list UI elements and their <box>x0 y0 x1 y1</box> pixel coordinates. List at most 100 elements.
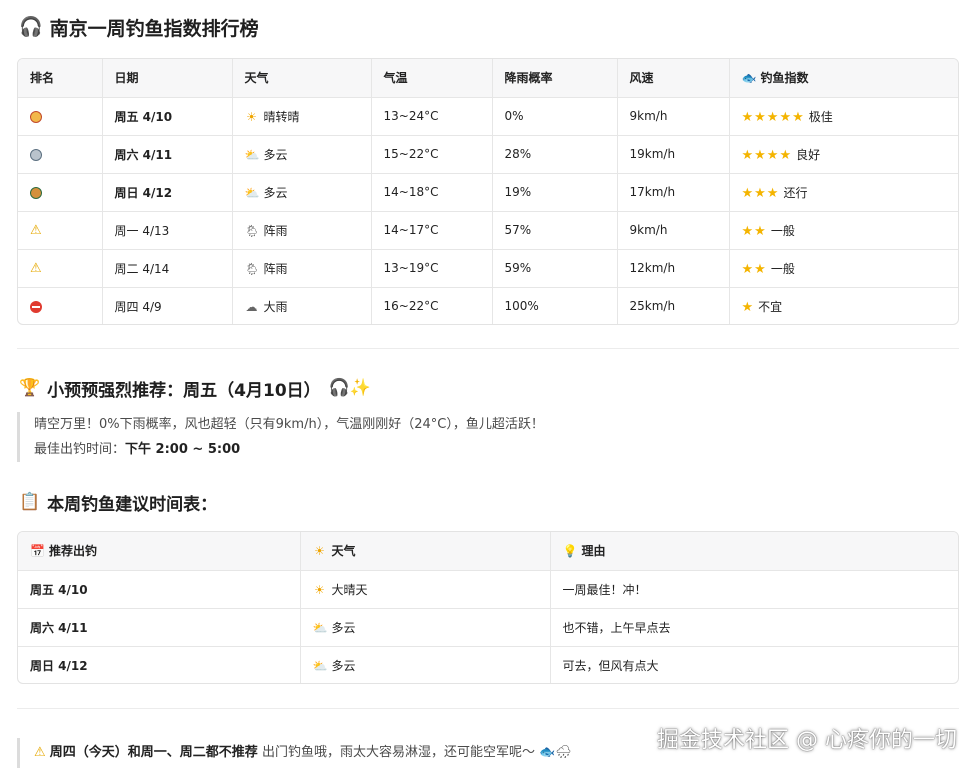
warning-icon: ⚠ <box>34 745 46 760</box>
col-temp: 气温 <box>371 59 493 98</box>
temp-cell: 15~22°C <box>371 135 493 174</box>
fish-icon: 🐟 <box>741 71 757 86</box>
schedule-heading: 📋 本周钓鱼建议时间表： <box>19 490 218 516</box>
weather-icon: 🌦 <box>244 223 260 238</box>
col-wind: 风速 <box>617 59 730 98</box>
fishing-rank-table: 排名 日期 天气 气温 降雨概率 风速 🐟 钓鱼指数 周五 4/10 ☀ 晴转晴 13~… <box>17 58 959 325</box>
notice-bold: 周四（今天）和周一、周二都不推荐 <box>49 745 258 760</box>
weather-cell: 🌦 阵雨 <box>232 211 372 250</box>
rain-cell: 59% <box>492 249 618 288</box>
weather-cell: ☀ 大晴天 <box>300 570 551 609</box>
rain-cell: 57% <box>492 211 618 250</box>
date-cell: 周六 4/11 <box>18 608 301 647</box>
temp-cell: 14~18°C <box>371 173 493 212</box>
divider <box>17 348 959 349</box>
reason-cell: 也不错，上午早点去 <box>550 608 958 647</box>
date-cell: 周日 4/12 <box>18 646 301 683</box>
schedule-heading-text: 本周钓鱼建议时间表： <box>47 495 218 515</box>
wind-cell: 17km/h <box>617 173 730 212</box>
trophy-icon: 🏆 <box>19 378 41 398</box>
table-row: 周日 4/12 ⛅ 多云 可去，但风有点大 <box>18 646 958 683</box>
watermark: 掘金技术社区 @ 心疼你的一切 <box>657 728 957 753</box>
col-weather: 天气 <box>232 59 372 98</box>
weather-icon: ☀ <box>314 582 325 597</box>
notice-quote: ⚠ 周四（今天）和周一、周二都不推荐 出门钓鱼哦，雨太大容易淋湿，还可能空军呢～… <box>17 738 597 768</box>
calendar-icon: 📅 <box>30 544 45 559</box>
page-title-text: 南京一周钓鱼指数排行榜 <box>49 18 259 40</box>
bronze-medal-icon <box>30 186 42 199</box>
temp-cell: 14~17°C <box>371 211 493 250</box>
date-cell: 周一 4/13 <box>102 211 233 250</box>
sun-icon: ☀ <box>314 544 325 559</box>
temp-cell: 13~24°C <box>371 97 493 136</box>
reason-cell: 一周最佳！冲！ <box>550 570 958 609</box>
page-title: 🎧 南京一周钓鱼指数排行榜 <box>19 14 259 41</box>
date-cell: 周五 4/10 <box>18 570 301 609</box>
col-date: 日期 <box>102 59 233 98</box>
weather-cell: ⛅ 多云 <box>300 608 551 647</box>
wind-cell: 9km/h <box>617 97 730 136</box>
table-row: 周六 4/11 ⛅ 多云 15~22°C 28% 19km/h ★★★★ 良好 <box>18 135 958 174</box>
headphones-sparkles-icon: 🎧✨ <box>328 378 372 398</box>
gold-medal-icon <box>30 110 42 123</box>
headphones-icon: 🎧 <box>19 16 43 38</box>
wind-cell: 19km/h <box>617 135 730 174</box>
weather-icon: ☁ <box>245 299 258 314</box>
recommend-line2: 最佳出钓时间：下午 2:00 ~ 5:00 <box>34 442 241 457</box>
table-header-row: 📅 推荐出钓 ☀ 天气 💡 理由 <box>18 532 958 571</box>
rain-cell: 100% <box>492 287 618 324</box>
date-cell: 周五 4/10 <box>102 97 233 136</box>
recommend-heading-text: 小预预强烈推荐：周五（4月10日） <box>47 381 321 401</box>
lightbulb-icon: 💡 <box>562 544 578 559</box>
rank-cell <box>18 135 103 174</box>
recommend-heading: 🏆 小预预强烈推荐：周五（4月10日） 🎧✨ <box>19 376 378 402</box>
index-cell: ★ 不宜 <box>741 299 783 315</box>
temp-cell: 13~19°C <box>371 249 493 288</box>
warning-icon: ⚠ <box>30 222 42 238</box>
col-rain: 降雨概率 <box>492 59 618 98</box>
col-rank: 排名 <box>18 59 103 98</box>
weather-cell: 🌦 阵雨 <box>232 249 372 288</box>
wind-cell: 25km/h <box>617 287 730 324</box>
date-cell: 周四 4/9 <box>102 287 233 324</box>
table-row: 周四 4/9 ☁ 大雨 16~22°C 100% 25km/h ★ 不宜 <box>18 287 958 324</box>
clipboard-icon: 📋 <box>19 492 41 512</box>
col-recommend-date: 📅 推荐出钓 <box>18 532 301 571</box>
recommend-line1: 晴空万里！0%下雨概率，风也超轻（只有9km/h），气温刚刚好（24°C），鱼儿… <box>34 417 544 432</box>
weather-cell: ⛅ 多云 <box>300 646 551 683</box>
weather-cell: ☀ 晴转晴 <box>232 97 372 136</box>
rain-cell: 28% <box>492 135 618 174</box>
star-rating: ★★★★★ <box>741 109 805 125</box>
index-cell: ★★ 一般 <box>729 211 958 250</box>
col-reason: 💡 理由 <box>550 532 958 571</box>
wind-cell: 9km/h <box>617 211 730 250</box>
reason-cell: 可去，但风有点大 <box>562 658 659 673</box>
col-fishing-index: 🐟 钓鱼指数 <box>729 59 958 98</box>
rank-cell <box>18 287 103 324</box>
table-row: 周五 4/10 ☀ 晴转晴 13~24°C 0% 9km/h ★★★★★ 极佳 <box>18 97 958 136</box>
schedule-table: 📅 推荐出钓 ☀ 天气 💡 理由 周五 4/10 ☀ 大晴天 一周最佳！冲！ 周六 4/11 ⛅… <box>17 531 959 684</box>
rain-cell: 19% <box>492 173 618 212</box>
table-row: 周六 4/11 ⛅ 多云 也不错，上午早点去 <box>18 608 958 647</box>
temp-cell: 16~22°C <box>371 287 493 324</box>
star-rating: ★★ <box>741 261 767 277</box>
star-rating: ★★★ <box>741 185 780 201</box>
wind-cell: 12km/h <box>617 249 730 288</box>
table-row: ⚠ 周二 4/14 🌦 阵雨 13~19°C 59% 12km/h ★★ 一般 <box>18 249 958 288</box>
weather-icon: ⛅ <box>244 147 260 162</box>
weather-cell: ⛅ 多云 <box>232 173 372 212</box>
fish-rain-icon: 🐟🌧 <box>539 745 572 760</box>
no-entry-icon <box>30 300 42 313</box>
weather-cell: ☁ 大雨 <box>232 287 372 324</box>
star-rating: ★ <box>741 299 755 315</box>
date-cell: 周二 4/14 <box>102 249 233 288</box>
table-row: 周日 4/12 ⛅ 多云 14~18°C 19% 17km/h ★★★ 还行 <box>18 173 958 212</box>
weather-icon: ⛅ <box>312 620 328 635</box>
rank-cell: ⚠ <box>18 249 103 288</box>
index-cell: ★★ 一般 <box>729 249 958 288</box>
weather-cell: ⛅ 多云 <box>232 135 372 174</box>
index-cell: ★★★★ 良好 <box>729 135 958 174</box>
table-row: 周五 4/10 ☀ 大晴天 一周最佳！冲！ <box>18 570 958 609</box>
index-cell: ★★★ 还行 <box>729 173 958 212</box>
notice-text: 出门钓鱼哦，雨太大容易淋湿，还可能空军呢～ <box>261 745 535 760</box>
